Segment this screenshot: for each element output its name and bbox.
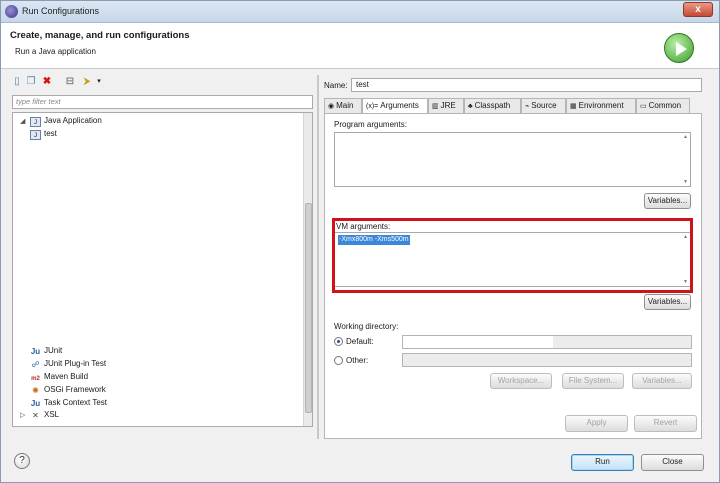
tree-item-junit[interactable]: Ju JUnit	[30, 345, 62, 357]
dropdown-icon[interactable]: ▾	[93, 76, 105, 88]
config-tree: ◢ J Java Application Jtest Ju JUnit ☍ JUnit…	[12, 112, 313, 427]
tab-classpath[interactable]: ♣ Classpath	[464, 98, 521, 113]
revert-button[interactable]: Revert	[634, 415, 697, 432]
environment-tab-icon: ▦	[570, 103, 577, 110]
tree-item-maven-build[interactable]: m2 Maven Build	[30, 371, 88, 383]
vm-variables-button[interactable]: Variables...	[644, 294, 691, 310]
highlight-annotation	[332, 218, 693, 293]
apply-button[interactable]: Apply	[565, 415, 628, 432]
help-icon[interactable]: ?	[14, 453, 30, 469]
tab-source[interactable]: ⌁ Source	[521, 98, 566, 113]
program-args-scrollbar[interactable]: ▲ ▼	[682, 134, 689, 185]
tree-item-osgi-framework[interactable]: ✺ OSGi Framework	[30, 384, 106, 396]
tab-environment[interactable]: ▦ Environment	[566, 98, 636, 113]
collapse-icon[interactable]: ⊟	[64, 76, 76, 88]
java-config-icon: J	[30, 130, 41, 140]
scrollbar-thumb[interactable]	[305, 203, 312, 413]
file-system-button[interactable]: File System...	[562, 373, 624, 389]
junit-icon: Ju	[30, 347, 41, 356]
run-button[interactable]: Run	[571, 454, 634, 471]
expand-icon[interactable]: ◢	[20, 117, 25, 125]
common-tab-icon: ▭	[640, 103, 647, 110]
run-configurations-window: Run Configurations x Create, manage, and…	[0, 0, 720, 483]
arguments-tab-icon: (x)=	[366, 103, 379, 110]
default-radio[interactable]	[334, 337, 343, 346]
tree-item-test[interactable]: Jtest	[30, 128, 57, 140]
scroll-down-icon[interactable]: ▼	[682, 179, 689, 185]
tree-scrollbar[interactable]	[303, 113, 312, 426]
tree-item-xsl[interactable]: ✕ XSL	[30, 409, 59, 421]
title-bar: Run Configurations x	[1, 1, 719, 23]
window-close-button[interactable]: x	[683, 2, 713, 17]
filter-icon[interactable]: ⮞	[81, 76, 93, 88]
other-dir-field[interactable]	[402, 353, 692, 367]
new-config-icon[interactable]: ▯	[11, 76, 23, 88]
duplicate-icon[interactable]: ❐	[25, 76, 37, 88]
tab-common[interactable]: ▭ Common	[636, 98, 690, 113]
working-directory-label: Working directory:	[334, 322, 399, 331]
other-label: Other:	[346, 356, 369, 365]
window-title: Run Configurations	[22, 6, 100, 16]
junit-plugin-icon: ☍	[31, 360, 40, 369]
delete-icon[interactable]: ✖	[41, 76, 53, 88]
tree-item-java-application[interactable]: J Java Application	[30, 115, 102, 127]
program-arguments-label: Program arguments:	[334, 120, 407, 129]
scroll-up-icon[interactable]: ▲	[682, 134, 689, 140]
filter-input[interactable]: type filter text	[12, 95, 313, 109]
workspace-button[interactable]: Workspace...	[490, 373, 552, 389]
header-title: Create, manage, and run configurations	[10, 30, 190, 41]
maven-icon: m2	[31, 376, 40, 382]
tree-item-task-context-test[interactable]: Ju Task Context Test	[30, 397, 107, 409]
expand-icon[interactable]: ▷	[20, 411, 25, 419]
pane-splitter[interactable]	[317, 75, 319, 439]
header-subtitle: Run a Java application	[15, 47, 96, 56]
tree-item-junit-plugin-test[interactable]: ☍ JUnit Plug-in Test	[30, 358, 106, 370]
tab-main[interactable]: ◉ Main	[324, 98, 362, 113]
default-label: Default:	[346, 337, 374, 346]
java-app-icon: J	[30, 117, 41, 127]
close-button[interactable]: Close	[641, 454, 704, 471]
osgi-icon: ✺	[32, 386, 39, 395]
run-icon	[664, 33, 694, 63]
jre-tab-icon: ▥	[432, 103, 439, 110]
program-arguments-input[interactable]: ▲ ▼	[334, 132, 691, 187]
classpath-tab-icon: ♣	[468, 103, 473, 110]
dialog-header: Create, manage, and run configurations R…	[1, 23, 719, 69]
name-label: Name:	[324, 81, 348, 90]
eclipse-icon	[5, 5, 18, 18]
default-dir-field	[402, 335, 692, 349]
main-tab-icon: ◉	[328, 103, 335, 110]
workdir-variables-button[interactable]: Variables...	[632, 373, 692, 389]
tab-arguments[interactable]: (x)= Arguments	[362, 98, 428, 114]
source-tab-icon: ⌁	[525, 103, 530, 110]
xsl-icon: ✕	[32, 411, 39, 420]
other-radio[interactable]	[334, 356, 343, 365]
name-field[interactable]: test	[351, 78, 702, 92]
program-variables-button[interactable]: Variables...	[644, 193, 691, 209]
tab-jre[interactable]: ▥ JRE	[428, 98, 464, 113]
task-context-icon: Ju	[30, 399, 41, 408]
